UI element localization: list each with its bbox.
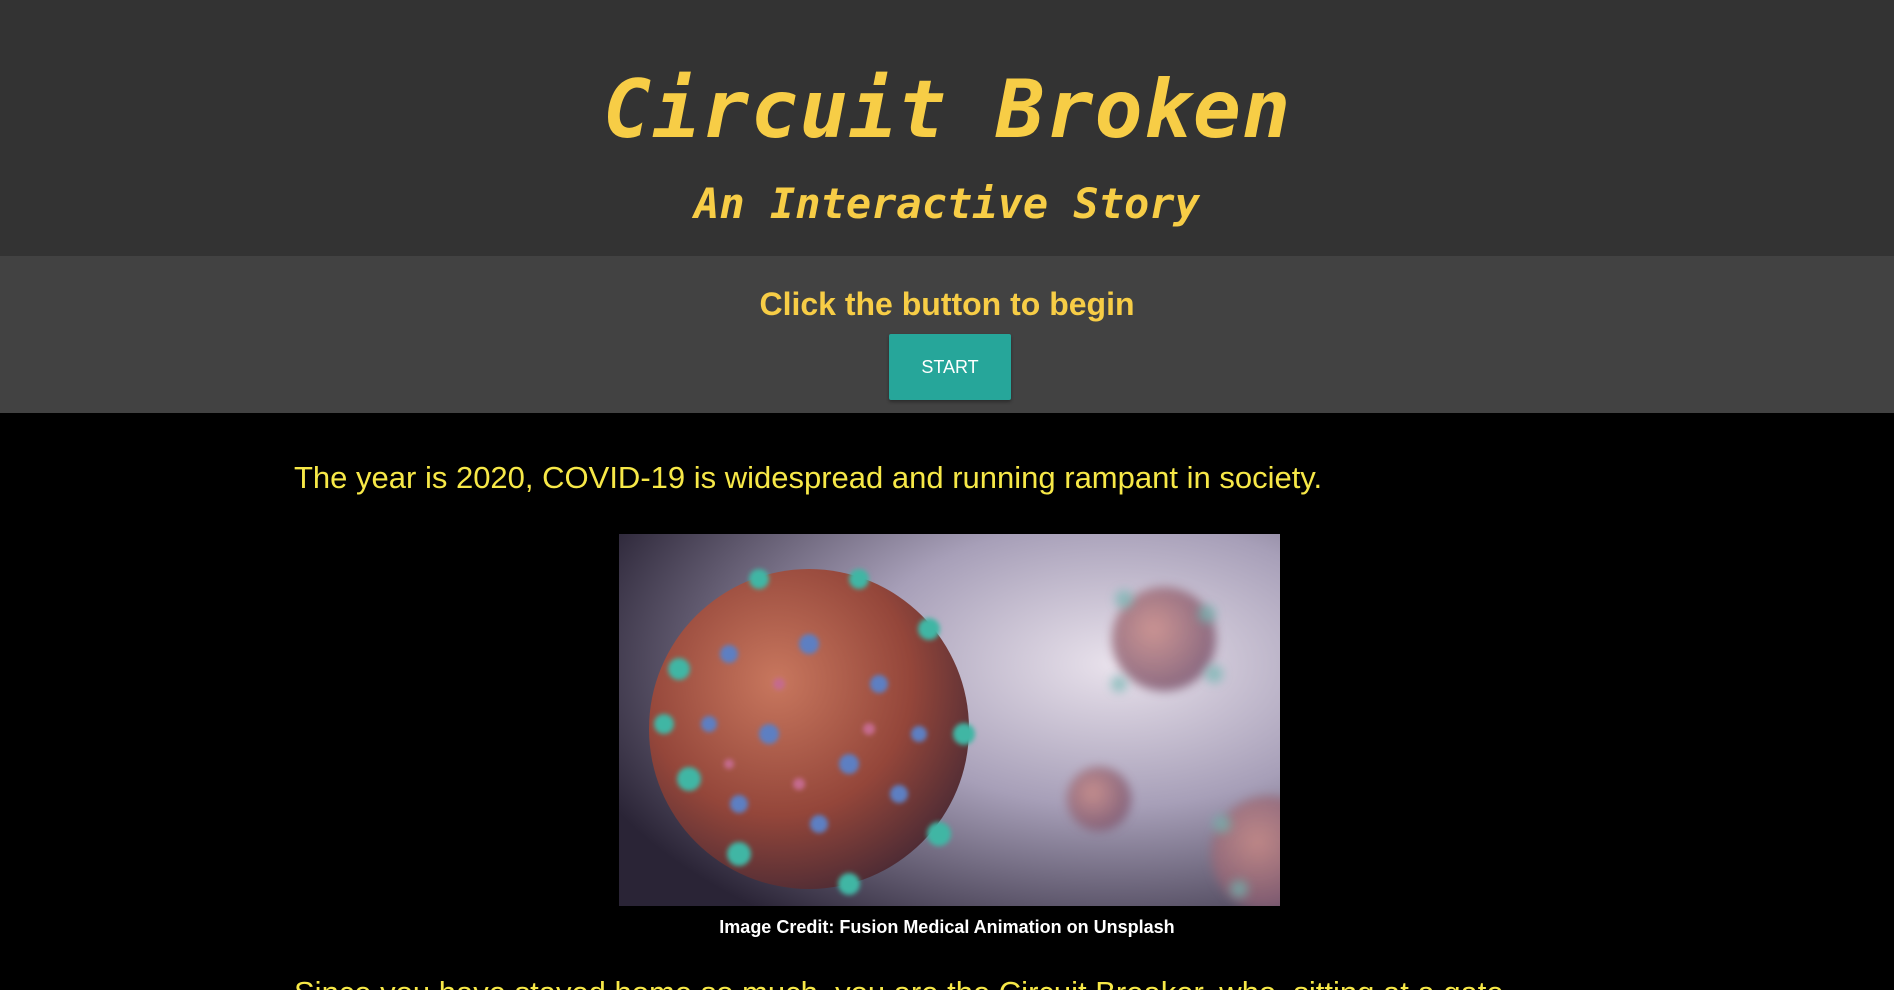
coronavirus-image <box>619 534 1280 906</box>
site-header: Circuit Broken An Interactive Story <box>0 0 1894 256</box>
start-prompt: Click the button to begin <box>759 286 1135 322</box>
start-button[interactable]: START <box>889 334 1011 400</box>
story-content: The year is 2020, COVID-19 is widespread… <box>0 413 1894 990</box>
start-section: Click the button to begin START <box>0 256 1894 413</box>
site-title: Circuit Broken <box>602 63 1292 156</box>
site-subtitle: An Interactive Story <box>694 179 1200 228</box>
story-next-line: Since you have stayed home so much, you … <box>294 973 1594 990</box>
story-intro: The year is 2020, COVID-19 is widespread… <box>294 460 1323 495</box>
image-credit: Image Credit: Fusion Medical Animation o… <box>719 917 1175 937</box>
